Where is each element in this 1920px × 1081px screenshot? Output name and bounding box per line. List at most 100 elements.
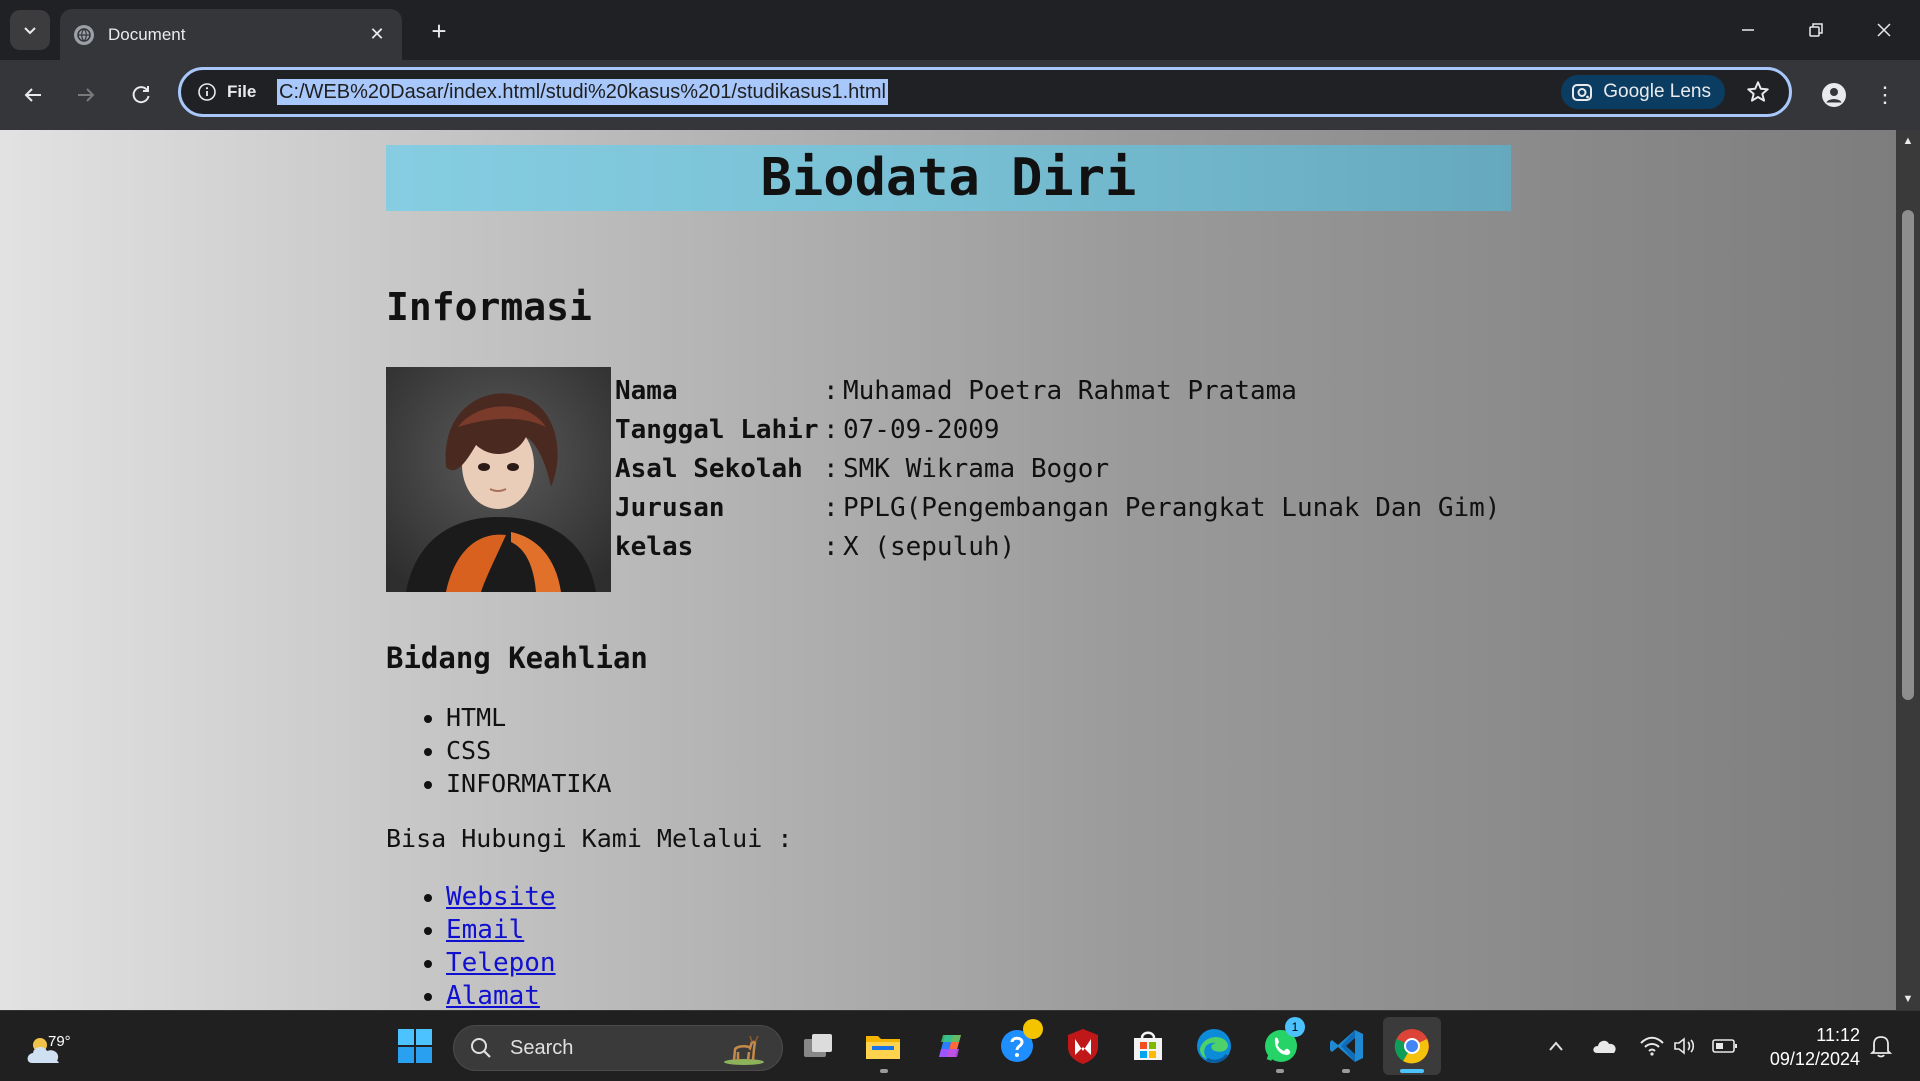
banner-title: Biodata Diri <box>760 148 1137 208</box>
copilot-icon <box>939 1035 961 1057</box>
scroll-up-arrow-icon[interactable]: ▲ <box>1896 130 1920 152</box>
info-row: Nama : Muhamad Poetra Rahmat Pratama <box>615 371 1500 410</box>
vertical-scrollbar[interactable]: ▲ ▼ <box>1896 130 1920 1010</box>
info-table: Nama : Muhamad Poetra Rahmat Pratama Tan… <box>615 371 1500 566</box>
close-tab-icon[interactable]: ✕ <box>364 22 390 48</box>
tab-document[interactable]: Document ✕ <box>60 9 402 60</box>
whatsapp-badge-count: 1 <box>1291 1020 1299 1034</box>
chevron-up-icon <box>1549 1041 1563 1051</box>
info-label: kelas <box>615 531 694 562</box>
link-telepon[interactable]: Telepon <box>446 948 556 978</box>
battery-icon <box>1712 1039 1737 1053</box>
skill-item: HTML <box>446 701 1511 734</box>
info-colon: : <box>823 375 839 406</box>
browser-menu-button[interactable]: ⋮ <box>1870 76 1900 114</box>
reload-icon <box>132 86 150 104</box>
back-button[interactable] <box>14 76 52 114</box>
profile-photo <box>386 367 611 592</box>
close-window-button[interactable] <box>1850 0 1918 60</box>
help-badge <box>1023 1019 1043 1039</box>
chrome-icon <box>1394 1029 1429 1064</box>
profile-button[interactable] <box>1815 76 1853 114</box>
forward-button[interactable] <box>67 76 105 114</box>
bookmark-star-icon[interactable] <box>1745 79 1771 105</box>
chrome-button[interactable] <box>1391 1025 1433 1067</box>
tab-title: Document <box>108 24 186 44</box>
arrow-left-icon <box>24 88 41 102</box>
list-item: Alamat <box>446 980 1511 1010</box>
task-view-button[interactable] <box>797 1025 839 1067</box>
page-viewport: Biodata Diri Informasi Nama: Muhamad Po… <box>0 130 1896 1010</box>
volume-button[interactable] <box>1670 1025 1700 1067</box>
tab-search-button[interactable] <box>10 10 50 50</box>
tab-strip: Document ✕ + <box>0 0 1920 60</box>
weather-temp: 79° <box>48 1033 71 1050</box>
info-label: Tanggal Lahir <box>615 414 819 445</box>
battery-button[interactable] <box>1710 1025 1740 1067</box>
list-item: Telepon <box>446 947 1511 980</box>
taskbar-clock[interactable]: 11:12 09/12/2024 <box>1750 1023 1860 1071</box>
microsoft-store-button[interactable] <box>1127 1025 1169 1067</box>
copilot-button[interactable] <box>929 1025 971 1067</box>
link-email[interactable]: Email <box>446 915 524 945</box>
search-icon <box>471 1038 491 1058</box>
skills-list: HTML CSS INFORMATIKA <box>386 701 1511 800</box>
bell-icon <box>1870 1036 1892 1058</box>
vscode-icon <box>1330 1030 1363 1062</box>
globe-icon <box>74 24 94 45</box>
speaker-icon <box>1674 1037 1695 1055</box>
page-banner: Biodata Diri <box>386 145 1511 211</box>
person-icon <box>1822 83 1846 107</box>
task-view-icon <box>804 1034 832 1057</box>
site-info-button[interactable]: File <box>197 70 256 114</box>
lens-icon <box>1572 84 1593 101</box>
vscode-button[interactable] <box>1326 1025 1368 1067</box>
onedrive-button[interactable] <box>1590 1025 1620 1067</box>
info-value: Muhamad Poetra Rahmat Pratama <box>843 375 1297 406</box>
url-text[interactable]: C:/WEB%20Dasar/index.html/studi%20kasus%… <box>277 79 888 105</box>
start-button[interactable] <box>394 1025 436 1067</box>
address-bar[interactable]: File C:/WEB%20Dasar/index.html/studi%20k… <box>178 67 1792 117</box>
info-colon: : <box>823 453 839 484</box>
running-indicator <box>1276 1069 1284 1073</box>
google-lens-button[interactable]: Google Lens <box>1561 75 1725 109</box>
deer-illustration-icon <box>724 1035 764 1065</box>
weather-widget[interactable]: 79° <box>24 1023 84 1073</box>
restore-icon <box>1809 23 1823 37</box>
wifi-icon <box>1640 1036 1664 1056</box>
minimize-button[interactable] <box>1714 0 1782 60</box>
search-placeholder: Search <box>510 1037 574 1059</box>
skill-item: INFORMATIKA <box>446 767 1511 800</box>
info-label: Asal Sekolah <box>615 453 803 484</box>
url-scheme-label: File <box>227 82 257 101</box>
new-tab-button[interactable]: + <box>422 14 456 48</box>
info-colon: : <box>823 492 839 523</box>
list-item: Email <box>446 914 1511 947</box>
browser-toolbar: File C:/WEB%20Dasar/index.html/studi%20k… <box>0 60 1920 130</box>
restore-button[interactable] <box>1782 0 1850 60</box>
link-website[interactable]: Website <box>446 882 556 912</box>
mcafee-button[interactable] <box>1062 1025 1104 1067</box>
clock-date: 09/12/2024 <box>1769 1049 1860 1069</box>
store-icon <box>1134 1031 1162 1060</box>
scrollbar-thumb[interactable] <box>1902 210 1914 700</box>
wifi-button[interactable] <box>1637 1025 1667 1067</box>
info-value: SMK Wikrama Bogor <box>843 453 1110 484</box>
taskbar-search[interactable]: Search <box>453 1025 783 1071</box>
shield-icon <box>1068 1029 1098 1064</box>
info-label: Nama <box>615 375 678 406</box>
edge-button[interactable] <box>1193 1025 1235 1067</box>
info-section: Nama : Muhamad Poetra Rahmat Pratama Tan… <box>386 367 1511 593</box>
show-hidden-icons-button[interactable] <box>1541 1025 1571 1067</box>
running-indicator <box>880 1069 888 1073</box>
reload-button[interactable] <box>122 76 160 114</box>
scroll-down-arrow-icon[interactable]: ▼ <box>1896 988 1920 1010</box>
info-row: Tanggal Lahir : 07-09-2009 <box>615 410 1500 449</box>
folder-icon <box>866 1036 900 1059</box>
taskbar: 79° Search 1 11:12 09/12/2024 <box>0 1010 1920 1081</box>
notifications-button[interactable] <box>1866 1025 1896 1067</box>
link-alamat[interactable]: Alamat <box>446 981 540 1010</box>
chrome-active-indicator <box>1400 1069 1424 1073</box>
file-explorer-button[interactable] <box>862 1025 904 1067</box>
edge-icon <box>1197 1029 1231 1063</box>
